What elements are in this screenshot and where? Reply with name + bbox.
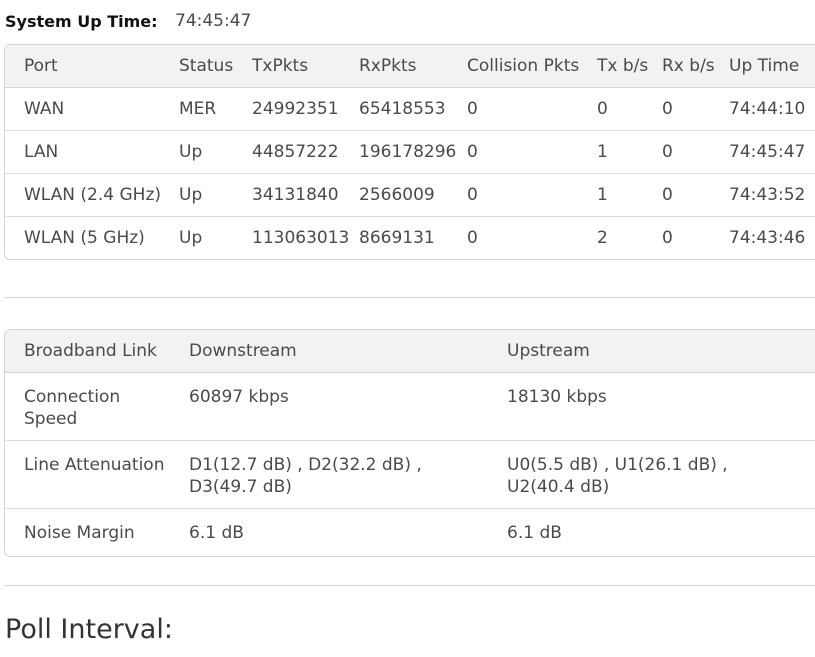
cell-rxpkts: 65418553 [359, 99, 446, 119]
cell-port: WLAN (5 GHz) [5, 216, 179, 259]
system-uptime-row: System Up Time: 74:45:47 [5, 9, 251, 33]
cell-metric: Line Attenuation [5, 440, 189, 509]
cell-tx-bps: 2 [597, 216, 662, 259]
broadband-header-row: Broadband Link Downstream Upstream [5, 330, 815, 373]
cell-downstream: D1(12.7 dB) , D2(32.2 dB) , D3(49.7 dB) [189, 440, 507, 509]
cell-metric: Noise Margin [5, 508, 189, 556]
cell-upstream: 18130 kbps [507, 387, 607, 407]
header-up-time: Up Time [729, 45, 815, 88]
table-row: LAN Up 44857222 196178296 0 1 0 74:45:47 [5, 130, 815, 174]
table-row: WLAN (2.4 GHz) Up 34131840 2566009 0 1 0… [5, 173, 815, 217]
header-tx-bps: Tx b/s [597, 45, 662, 88]
cell-tx-bps: 1 [597, 173, 662, 217]
broadband-table: Broadband Link Downstream Upstream Conne… [5, 330, 815, 556]
ports-table-card: Port Status TxPkts RxPkts Collision Pkts… [4, 44, 815, 260]
table-row: WAN MER 24992351 65418553 0 0 0 74:44:10 [5, 88, 815, 131]
cell-up-time: 74:44:10 [729, 99, 806, 119]
header-port: Port [5, 45, 179, 88]
cell-txpkts: 44857222 [252, 130, 359, 174]
table-row: Noise Margin 6.1 dB 6.1 dB [5, 508, 815, 556]
cell-txpkts: 34131840 [252, 173, 359, 217]
header-downstream: Downstream [189, 330, 507, 373]
cell-rx-bps: 0 [662, 99, 673, 119]
cell-status: Up [179, 216, 252, 259]
broadband-table-card: Broadband Link Downstream Upstream Conne… [4, 329, 815, 557]
cell-rx-bps: 0 [662, 216, 729, 259]
header-status: Status [179, 45, 252, 88]
table-row: WLAN (5 GHz) Up 113063013 8669131 0 2 0 … [5, 216, 815, 259]
system-uptime-value: 74:45:47 [175, 11, 252, 31]
cell-downstream: 6.1 dB [189, 508, 507, 556]
header-rx-bps: Rx b/s [662, 45, 729, 88]
cell-rx-bps: 0 [662, 130, 729, 174]
cell-collision-pkts: 0 [467, 130, 597, 174]
ports-header-row: Port Status TxPkts RxPkts Collision Pkts… [5, 45, 815, 88]
header-upstream: Upstream [507, 330, 815, 373]
header-txpkts: TxPkts [252, 45, 359, 88]
cell-up-time: 74:43:46 [729, 216, 815, 259]
cell-rxpkts: 196178296 [359, 130, 467, 174]
cell-rxpkts: 8669131 [359, 216, 467, 259]
cell-upstream: U0(5.5 dB) , U1(26.1 dB) , U2(40.4 dB) [507, 440, 815, 509]
section-divider [4, 297, 815, 298]
section-divider [4, 585, 815, 586]
cell-port: LAN [5, 130, 179, 174]
cell-collision-pkts: 0 [467, 173, 597, 217]
cell-collision-pkts: 0 [467, 99, 478, 119]
cell-status: MER [179, 99, 217, 119]
cell-port: WAN [24, 99, 65, 119]
table-row: Line Attenuation D1(12.7 dB) , D2(32.2 d… [5, 440, 815, 509]
cell-tx-bps: 0 [597, 99, 608, 119]
poll-interval-heading: Poll Interval: [5, 614, 173, 645]
cell-status: Up [179, 173, 252, 217]
ports-table: Port Status TxPkts RxPkts Collision Pkts… [5, 45, 815, 259]
cell-txpkts: 24992351 [252, 99, 339, 119]
header-broadband-link: Broadband Link [5, 330, 189, 373]
cell-status: Up [179, 130, 252, 174]
cell-collision-pkts: 0 [467, 216, 597, 259]
cell-rxpkts: 2566009 [359, 173, 467, 217]
header-rxpkts: RxPkts [359, 45, 467, 88]
system-uptime-label: System Up Time: [5, 11, 158, 31]
cell-port: WLAN (2.4 GHz) [5, 173, 179, 217]
cell-up-time: 74:45:47 [729, 130, 815, 174]
cell-txpkts: 113063013 [252, 216, 359, 259]
header-collision-pkts: Collision Pkts [467, 45, 597, 88]
table-row: Connection Speed 60897 kbps 18130 kbps [5, 373, 815, 441]
cell-downstream: 60897 kbps [189, 387, 289, 407]
cell-rx-bps: 0 [662, 173, 729, 217]
cell-tx-bps: 1 [597, 130, 662, 174]
cell-up-time: 74:43:52 [729, 173, 815, 217]
cell-metric: Connection Speed [24, 387, 121, 429]
cell-upstream: 6.1 dB [507, 508, 815, 556]
